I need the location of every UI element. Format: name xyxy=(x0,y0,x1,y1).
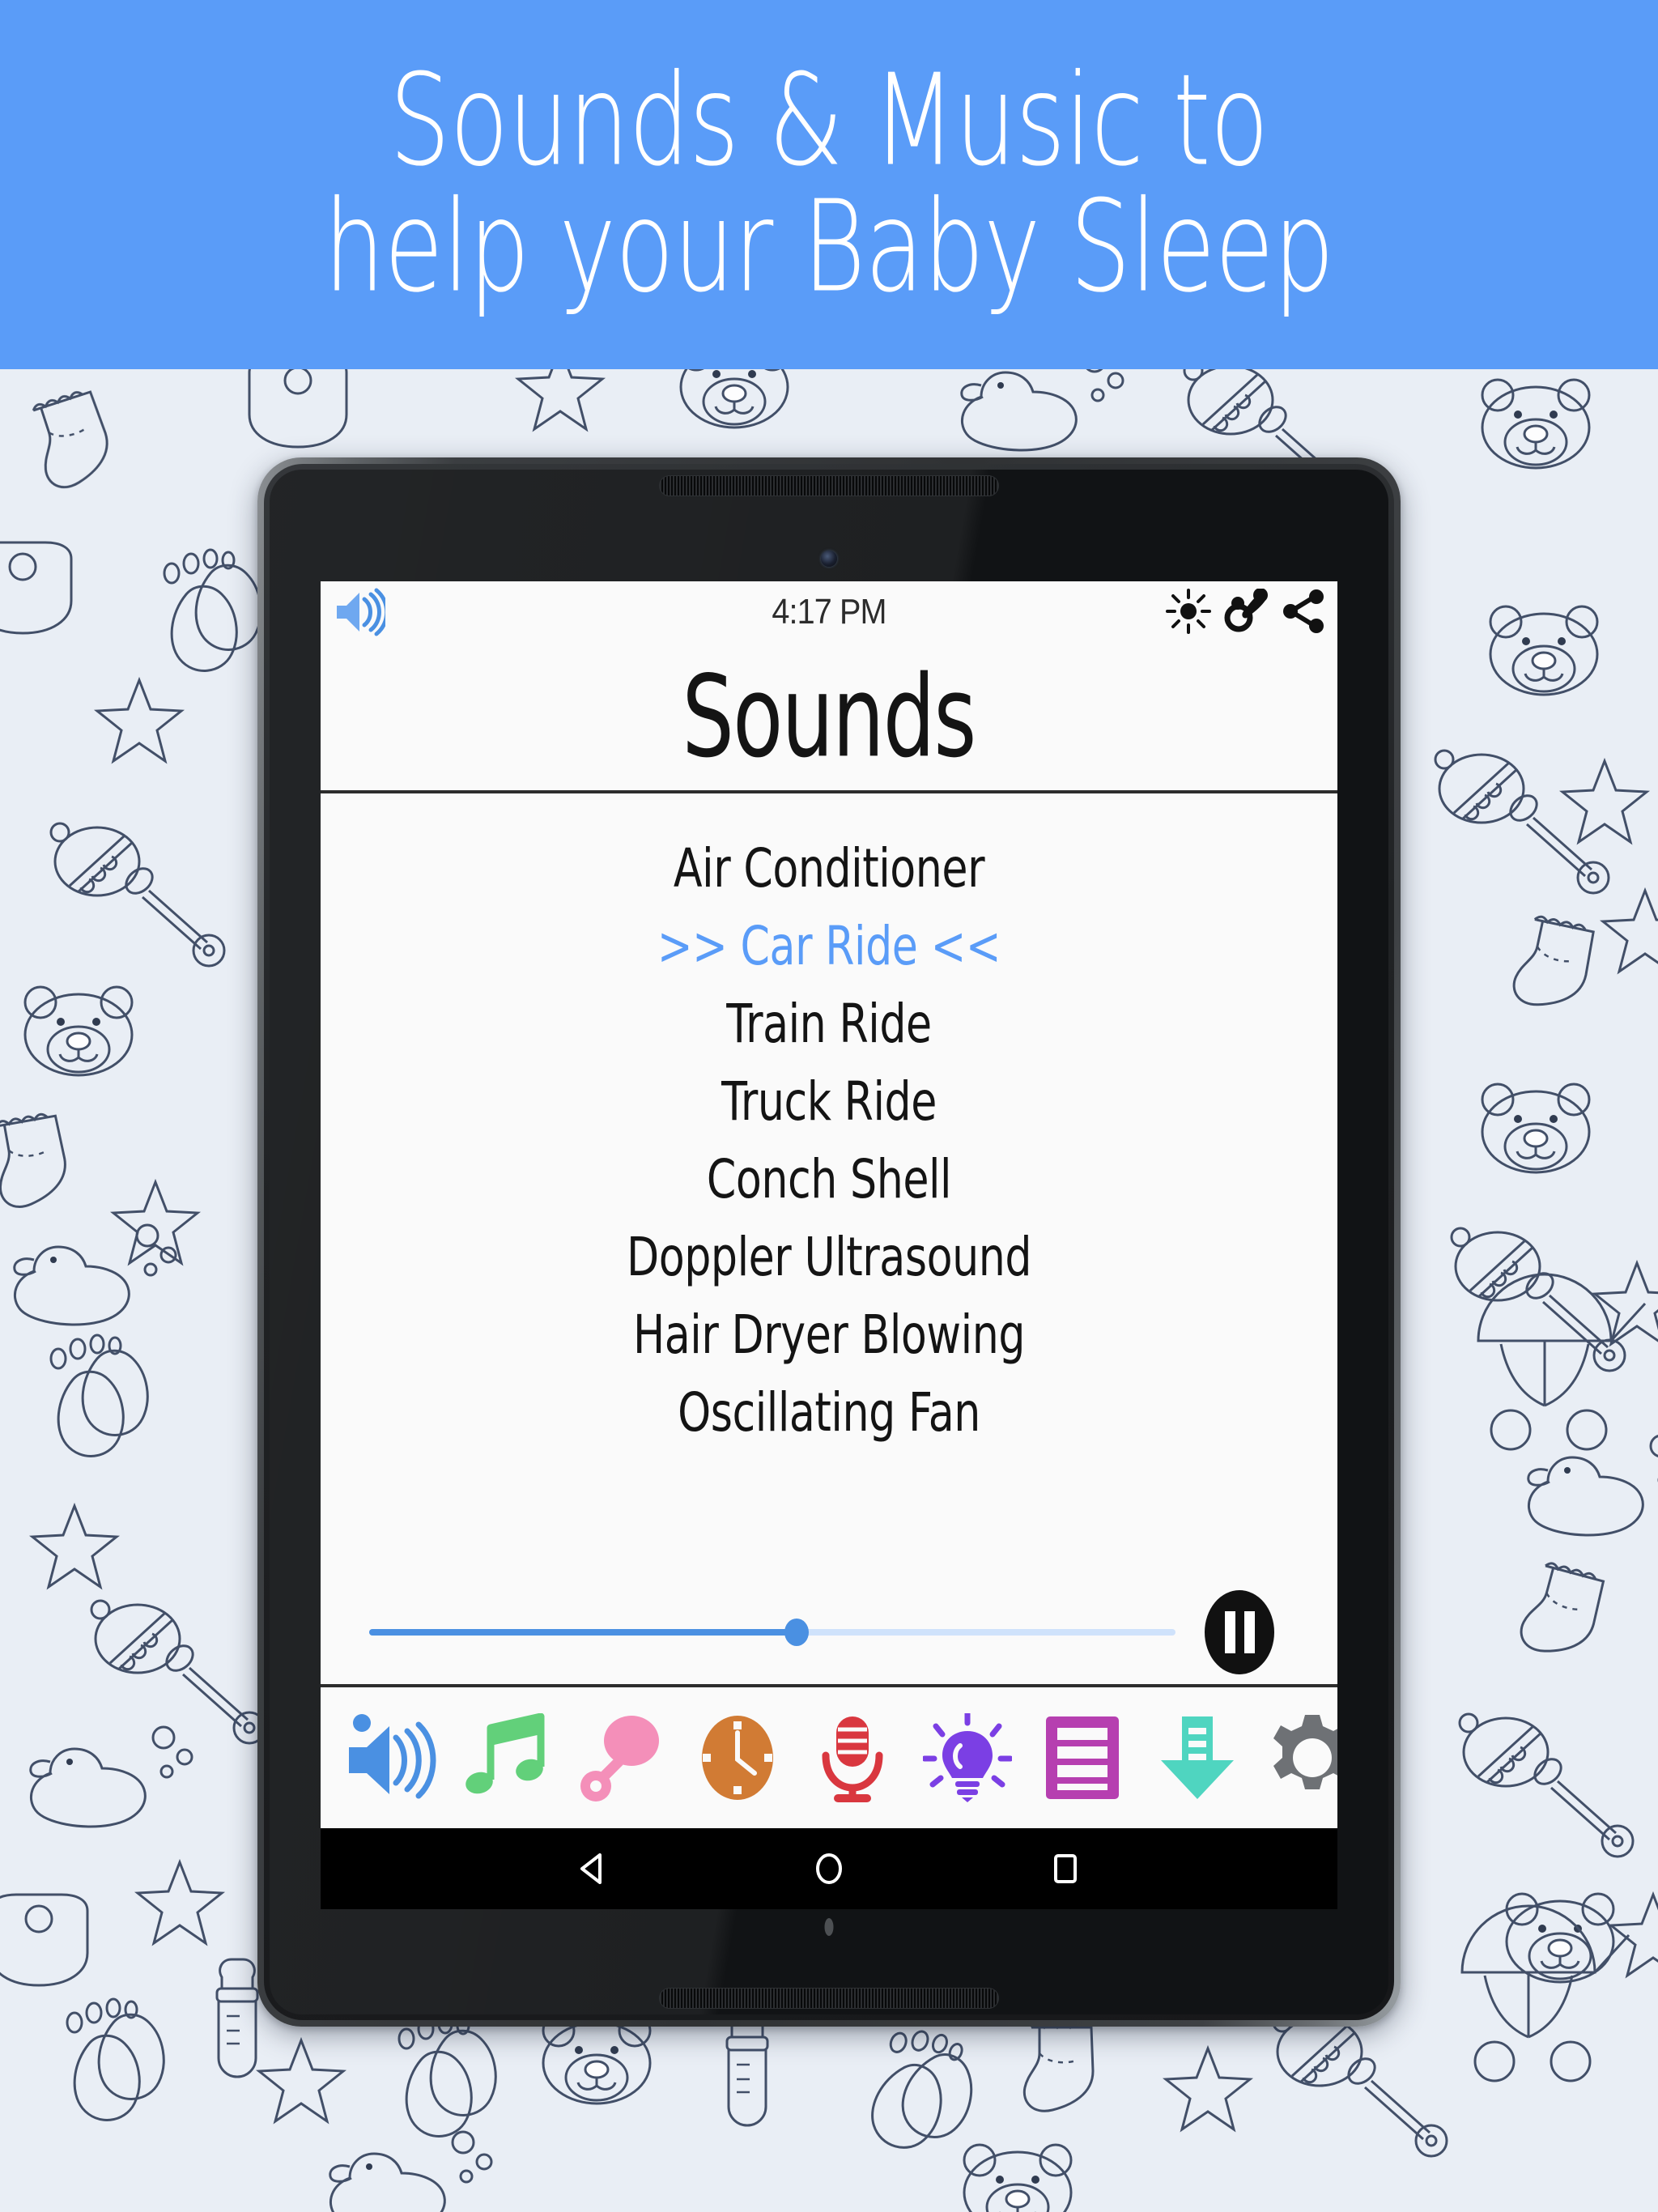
sound-item-hair-dryer-blowing[interactable]: Hair Dryer Blowing xyxy=(372,1290,1286,1378)
settings-tab[interactable] xyxy=(1255,1697,1337,1819)
pacifier-icon[interactable] xyxy=(1222,588,1269,638)
page-title: Sounds xyxy=(682,650,977,783)
nightlight-tab[interactable] xyxy=(910,1697,1025,1819)
bottom-sensor-dot xyxy=(824,1918,834,1936)
record-tab[interactable] xyxy=(795,1697,910,1819)
top-speaker-grill xyxy=(659,475,999,496)
brightness-sun-icon[interactable] xyxy=(1166,589,1211,638)
back-button[interactable] xyxy=(567,1843,619,1895)
share-icon[interactable] xyxy=(1281,589,1328,638)
page-title-bar: Sounds xyxy=(321,643,1337,793)
home-button[interactable] xyxy=(803,1843,855,1895)
android-nav-bar xyxy=(321,1828,1337,1909)
front-camera-icon xyxy=(821,551,837,567)
sound-item-conch-shell[interactable]: Conch Shell xyxy=(372,1134,1286,1223)
sound-list: Air Conditioner >> Car Ride << Train Rid… xyxy=(321,793,1337,1580)
bottom-toolbar xyxy=(321,1687,1337,1828)
pause-icon-bar-left xyxy=(1224,1611,1235,1653)
promo-headline-line-2: help your Baby Sleep xyxy=(324,173,1334,321)
sound-item-car-ride[interactable]: >> Car Ride << xyxy=(372,901,1286,989)
recents-button[interactable] xyxy=(1039,1843,1091,1895)
status-right-icons xyxy=(1166,588,1328,638)
player-bar xyxy=(321,1580,1337,1687)
pause-icon-bar-right xyxy=(1244,1611,1255,1653)
sound-item-air-conditioner[interactable]: Air Conditioner xyxy=(372,823,1286,912)
music-tab[interactable] xyxy=(450,1697,565,1819)
sound-item-truck-ride[interactable]: Truck Ride xyxy=(372,1057,1286,1145)
promo-banner: Sounds & Music to help your Baby Sleep xyxy=(0,0,1658,369)
progress-fill xyxy=(369,1629,797,1636)
bottom-speaker-grill xyxy=(659,1988,999,2009)
status-clock: 4:17 PM xyxy=(772,592,886,632)
sound-item-doppler-ultrasound[interactable]: Doppler Ultrasound xyxy=(372,1212,1286,1300)
device-screen: 4:17 PM Sounds Air Conditioner >> Car Ri… xyxy=(321,581,1337,1909)
timer-tab[interactable] xyxy=(680,1697,795,1819)
progress-slider[interactable] xyxy=(369,1619,1175,1646)
download-tab[interactable] xyxy=(1140,1697,1255,1819)
tablet-device: 4:17 PM Sounds Air Conditioner >> Car Ri… xyxy=(257,457,1401,2027)
progress-thumb[interactable] xyxy=(784,1619,809,1646)
app-status-bar: 4:17 PM xyxy=(321,581,1337,643)
sound-item-train-ride[interactable]: Train Ride xyxy=(372,979,1286,1067)
rattle-tab[interactable] xyxy=(565,1697,680,1819)
sounds-tab[interactable] xyxy=(335,1697,450,1819)
sound-item-oscillating-fan[interactable]: Oscillating Fan xyxy=(372,1368,1286,1456)
playlist-tab[interactable] xyxy=(1025,1697,1140,1819)
pause-button[interactable] xyxy=(1205,1590,1274,1674)
